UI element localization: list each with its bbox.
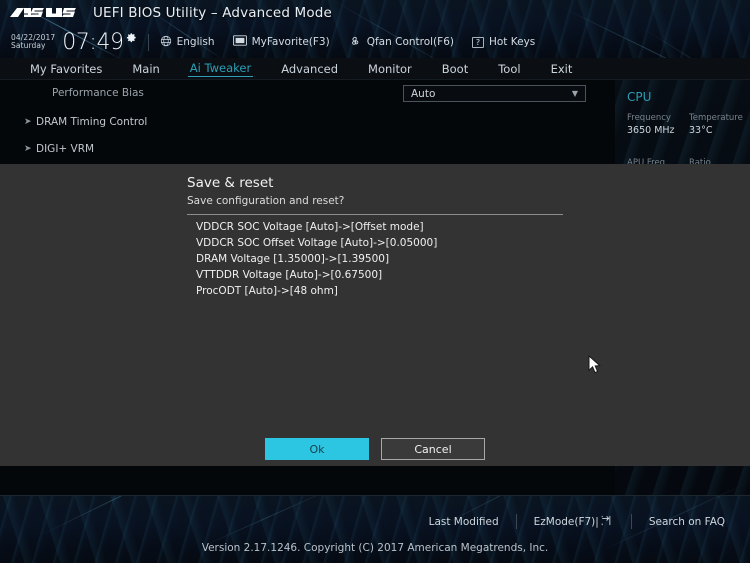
- list-item: VDDCR SOC Voltage [Auto]->[Offset mode]: [196, 221, 424, 233]
- gear-icon[interactable]: [126, 28, 137, 47]
- tab-ai-tweaker[interactable]: Ai Tweaker: [187, 61, 254, 77]
- myfavorite-button[interactable]: MyFavorite(F3): [232, 35, 330, 49]
- myfavorite-label: MyFavorite(F3): [251, 36, 330, 48]
- ezmode-label: EzMode(F7)|: [533, 515, 599, 528]
- datetime-block: 04/22/2017 Saturday: [11, 34, 55, 50]
- qfan-control-label: Qfan Control(F6): [366, 36, 454, 48]
- ok-button[interactable]: Ok: [265, 438, 369, 460]
- dialog-subtitle: Save configuration and reset?: [187, 195, 345, 207]
- globe-icon: [160, 35, 172, 50]
- chevron-down-icon: ▼: [571, 89, 578, 98]
- setting-row-dram-timing-control[interactable]: ➤ DRAM Timing Control: [0, 111, 615, 133]
- bios-screen: UEFI BIOS Utility – Advanced Mode 04/22/…: [0, 0, 750, 563]
- exit-arrow-icon: [601, 515, 614, 529]
- title-bar: UEFI BIOS Utility – Advanced Mode: [0, 0, 750, 26]
- star-card-icon: [232, 35, 247, 49]
- save-and-reset-dialog: Save & reset Save configuration and rese…: [0, 164, 750, 466]
- performance-bias-value: Auto: [411, 87, 436, 100]
- hwmon-value-frequency: 3650 MHz: [627, 125, 675, 136]
- hwmon-section-cpu: CPU: [627, 90, 652, 104]
- setting-row-digi-vrm[interactable]: ➤ DIGI+ VRM: [0, 138, 615, 160]
- language-label: English: [176, 36, 215, 48]
- tab-boot[interactable]: Boot: [440, 62, 470, 76]
- footer-actions: Last Modified EzMode(F7)| Search on FAQ: [412, 514, 742, 529]
- setting-row-performance-bias[interactable]: Performance Bias Auto ▼: [0, 82, 615, 104]
- tab-my-favorites[interactable]: My Favorites: [28, 62, 104, 76]
- footer-bar: Last Modified EzMode(F7)| Search on FAQ …: [0, 495, 750, 563]
- ezmode-button[interactable]: EzMode(F7)|: [517, 515, 631, 529]
- tab-advanced[interactable]: Advanced: [279, 62, 340, 76]
- dialog-title: Save & reset: [187, 175, 274, 191]
- cancel-button[interactable]: Cancel: [381, 438, 485, 460]
- hot-keys-label: Hot Keys: [488, 36, 536, 48]
- tab-main[interactable]: Main: [130, 62, 161, 76]
- header-divider-1: [147, 33, 149, 51]
- digi-vrm-label: DIGI+ VRM: [36, 143, 95, 155]
- fan-icon: [348, 35, 362, 50]
- search-on-faq-button[interactable]: Search on FAQ: [632, 516, 742, 528]
- hwmon-fields: Frequency Temperature 3650 MHz 33°C: [627, 113, 750, 140]
- tab-monitor[interactable]: Monitor: [366, 62, 414, 76]
- info-bar: 04/22/2017 Saturday 07:49 English MyFavo…: [0, 26, 750, 58]
- weekday-label: Saturday: [11, 41, 46, 50]
- hwmon-value-temperature: 33°C: [689, 125, 713, 136]
- hwmon-key-temperature: Temperature: [689, 113, 743, 123]
- dialog-buttons: Ok Cancel: [0, 438, 750, 460]
- footer-top-divider: [0, 495, 750, 496]
- last-modified-button[interactable]: Last Modified: [412, 516, 516, 528]
- main-menu-tabs: My Favorites Main Ai Tweaker Advanced Mo…: [0, 58, 750, 80]
- clock-label: 07:49: [62, 30, 124, 55]
- list-item: ProcODT [Auto]->[48 ohm]: [196, 285, 338, 297]
- performance-bias-dropdown[interactable]: Auto ▼: [403, 85, 586, 102]
- tab-exit[interactable]: Exit: [549, 62, 575, 76]
- hot-keys-button[interactable]: ? Hot Keys: [471, 36, 536, 48]
- performance-bias-label: Performance Bias: [52, 87, 144, 99]
- dram-timing-control-label: DRAM Timing Control: [36, 116, 148, 128]
- page-title: UEFI BIOS Utility – Advanced Mode: [93, 5, 332, 21]
- tab-tool[interactable]: Tool: [496, 62, 522, 76]
- asus-logo-icon: [9, 6, 79, 21]
- language-button[interactable]: English: [160, 35, 215, 50]
- qfan-control-button[interactable]: Qfan Control(F6): [348, 35, 454, 50]
- hwmon-spacer: [627, 140, 750, 149]
- list-item: DRAM Voltage [1.35000]->[1.39500]: [196, 253, 390, 265]
- hwmon-key-frequency: Frequency: [627, 113, 671, 123]
- list-item: VTTDDR Voltage [Auto]->[0.67500]: [196, 269, 383, 281]
- copyright-text: Version 2.17.1246. Copyright (C) 2017 Am…: [201, 542, 549, 554]
- list-item: VDDCR SOC Offset Voltage [Auto]->[0.0500…: [196, 237, 438, 249]
- question-box-icon: ?: [471, 36, 484, 48]
- changes-list: VDDCR SOC Voltage [Auto]->[Offset mode] …: [196, 219, 566, 299]
- dialog-separator: [187, 214, 563, 215]
